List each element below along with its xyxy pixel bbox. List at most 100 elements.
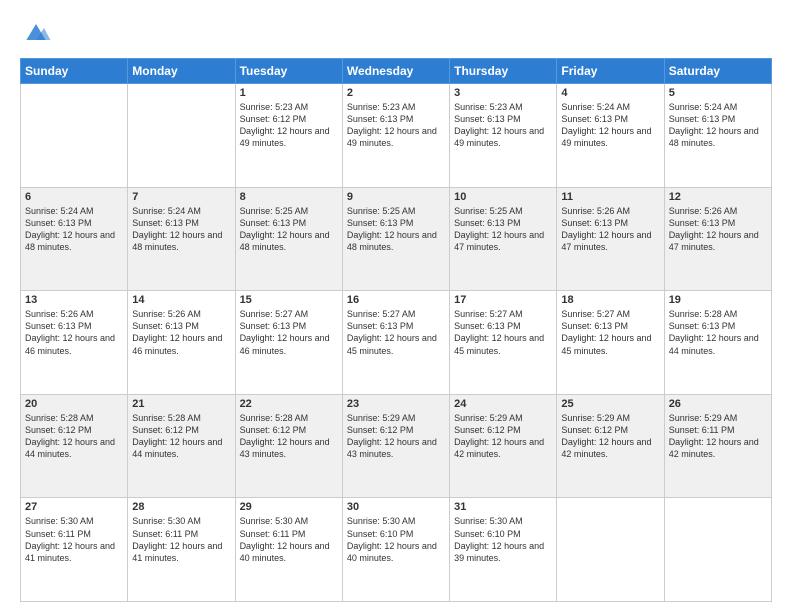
day-number: 9 [347, 191, 445, 203]
day-info: Sunrise: 5:30 AMSunset: 6:11 PMDaylight:… [132, 515, 230, 564]
day-number: 27 [25, 501, 123, 513]
day-number: 13 [25, 294, 123, 306]
calendar-cell: 8 Sunrise: 5:25 AMSunset: 6:13 PMDaylight… [235, 187, 342, 291]
logo-icon [20, 16, 52, 48]
weekday-sunday: Sunday [21, 59, 128, 84]
day-info: Sunrise: 5:25 AMSunset: 6:13 PMDaylight:… [240, 205, 338, 254]
calendar: SundayMondayTuesdayWednesdayThursdayFrid… [20, 58, 772, 602]
day-info: Sunrise: 5:28 AMSunset: 6:12 PMDaylight:… [132, 412, 230, 461]
calendar-cell [664, 498, 771, 602]
logo [20, 16, 56, 48]
day-info: Sunrise: 5:27 AMSunset: 6:13 PMDaylight:… [240, 308, 338, 357]
day-info: Sunrise: 5:23 AMSunset: 6:13 PMDaylight:… [347, 101, 445, 150]
weekday-header-row: SundayMondayTuesdayWednesdayThursdayFrid… [21, 59, 772, 84]
day-number: 17 [454, 294, 552, 306]
weekday-friday: Friday [557, 59, 664, 84]
weekday-monday: Monday [128, 59, 235, 84]
calendar-cell [21, 84, 128, 188]
week-row-1: 1 Sunrise: 5:23 AMSunset: 6:12 PMDaylight… [21, 84, 772, 188]
calendar-cell: 24 Sunrise: 5:29 AMSunset: 6:12 PMDayligh… [450, 394, 557, 498]
day-info: Sunrise: 5:24 AMSunset: 6:13 PMDaylight:… [25, 205, 123, 254]
day-number: 4 [561, 87, 659, 99]
calendar-cell [128, 84, 235, 188]
day-info: Sunrise: 5:29 AMSunset: 6:11 PMDaylight:… [669, 412, 767, 461]
week-row-4: 20 Sunrise: 5:28 AMSunset: 6:12 PMDayligh… [21, 394, 772, 498]
calendar-cell: 3 Sunrise: 5:23 AMSunset: 6:13 PMDaylight… [450, 84, 557, 188]
day-info: Sunrise: 5:27 AMSunset: 6:13 PMDaylight:… [454, 308, 552, 357]
week-row-2: 6Sunrise: 5:24 AMSunset: 6:13 PMDaylight… [21, 187, 772, 291]
calendar-cell: 29Sunrise: 5:30 AMSunset: 6:11 PMDayligh… [235, 498, 342, 602]
day-info: Sunrise: 5:29 AMSunset: 6:12 PMDaylight:… [454, 412, 552, 461]
weekday-saturday: Saturday [664, 59, 771, 84]
day-number: 1 [240, 87, 338, 99]
calendar-cell: 12 Sunrise: 5:26 AMSunset: 6:13 PMDayligh… [664, 187, 771, 291]
day-info: Sunrise: 5:28 AMSunset: 6:12 PMDaylight:… [25, 412, 123, 461]
day-info: Sunrise: 5:27 AMSunset: 6:13 PMDaylight:… [347, 308, 445, 357]
day-info: Sunrise: 5:24 AMSunset: 6:13 PMDaylight:… [132, 205, 230, 254]
day-info: Sunrise: 5:24 AMSunset: 6:13 PMDaylight:… [561, 101, 659, 150]
day-info: Sunrise: 5:23 AMSunset: 6:13 PMDaylight:… [454, 101, 552, 150]
day-number: 2 [347, 87, 445, 99]
calendar-cell: 6Sunrise: 5:24 AMSunset: 6:13 PMDaylight… [21, 187, 128, 291]
day-info: Sunrise: 5:28 AMSunset: 6:12 PMDaylight:… [240, 412, 338, 461]
calendar-cell: 14 Sunrise: 5:26 AMSunset: 6:13 PMDayligh… [128, 291, 235, 395]
calendar-cell: 10Sunrise: 5:25 AMSunset: 6:13 PMDayligh… [450, 187, 557, 291]
day-info: Sunrise: 5:27 AMSunset: 6:13 PMDaylight:… [561, 308, 659, 357]
day-number: 28 [132, 501, 230, 513]
calendar-cell: 27Sunrise: 5:30 AMSunset: 6:11 PMDayligh… [21, 498, 128, 602]
day-number: 18 [561, 294, 659, 306]
calendar-cell [557, 498, 664, 602]
day-number: 12 [669, 191, 767, 203]
calendar-cell: 21 Sunrise: 5:28 AMSunset: 6:12 PMDayligh… [128, 394, 235, 498]
day-number: 14 [132, 294, 230, 306]
day-info: Sunrise: 5:30 AMSunset: 6:10 PMDaylight:… [454, 515, 552, 564]
calendar-cell: 4 Sunrise: 5:24 AMSunset: 6:13 PMDaylight… [557, 84, 664, 188]
calendar-cell: 18 Sunrise: 5:27 AMSunset: 6:13 PMDayligh… [557, 291, 664, 395]
day-number: 31 [454, 501, 552, 513]
calendar-cell: 26 Sunrise: 5:29 AMSunset: 6:11 PMDayligh… [664, 394, 771, 498]
day-number: 11 [561, 191, 659, 203]
day-number: 20 [25, 398, 123, 410]
header [20, 16, 772, 48]
day-info: Sunrise: 5:29 AMSunset: 6:12 PMDaylight:… [347, 412, 445, 461]
day-number: 24 [454, 398, 552, 410]
day-info: Sunrise: 5:26 AMSunset: 6:13 PMDaylight:… [132, 308, 230, 357]
calendar-cell: 31 Sunrise: 5:30 AMSunset: 6:10 PMDayligh… [450, 498, 557, 602]
day-info: Sunrise: 5:30 AMSunset: 6:10 PMDaylight:… [347, 515, 445, 564]
calendar-cell: 19 Sunrise: 5:28 AMSunset: 6:13 PMDayligh… [664, 291, 771, 395]
weekday-tuesday: Tuesday [235, 59, 342, 84]
day-number: 25 [561, 398, 659, 410]
day-info: Sunrise: 5:29 AMSunset: 6:12 PMDaylight:… [561, 412, 659, 461]
day-number: 7 [132, 191, 230, 203]
day-number: 5 [669, 87, 767, 99]
calendar-cell: 11Sunrise: 5:26 AMSunset: 6:13 PMDayligh… [557, 187, 664, 291]
day-number: 16 [347, 294, 445, 306]
week-row-3: 13 Sunrise: 5:26 AMSunset: 6:13 PMDayligh… [21, 291, 772, 395]
calendar-cell: 13 Sunrise: 5:26 AMSunset: 6:13 PMDayligh… [21, 291, 128, 395]
calendar-cell: 9Sunrise: 5:25 AMSunset: 6:13 PMDaylight… [342, 187, 449, 291]
day-info: Sunrise: 5:28 AMSunset: 6:13 PMDaylight:… [669, 308, 767, 357]
calendar-cell: 25 Sunrise: 5:29 AMSunset: 6:12 PMDayligh… [557, 394, 664, 498]
day-info: Sunrise: 5:26 AMSunset: 6:13 PMDaylight:… [25, 308, 123, 357]
day-info: Sunrise: 5:25 AMSunset: 6:13 PMDaylight:… [454, 205, 552, 254]
day-number: 8 [240, 191, 338, 203]
calendar-cell: 20 Sunrise: 5:28 AMSunset: 6:12 PMDayligh… [21, 394, 128, 498]
page: SundayMondayTuesdayWednesdayThursdayFrid… [0, 0, 792, 612]
calendar-cell: 16 Sunrise: 5:27 AMSunset: 6:13 PMDayligh… [342, 291, 449, 395]
calendar-cell: 5 Sunrise: 5:24 AMSunset: 6:13 PMDaylight… [664, 84, 771, 188]
calendar-cell: 23 Sunrise: 5:29 AMSunset: 6:12 PMDayligh… [342, 394, 449, 498]
day-info: Sunrise: 5:30 AMSunset: 6:11 PMDaylight:… [240, 515, 338, 564]
calendar-cell: 30Sunrise: 5:30 AMSunset: 6:10 PMDayligh… [342, 498, 449, 602]
calendar-cell: 17 Sunrise: 5:27 AMSunset: 6:13 PMDayligh… [450, 291, 557, 395]
day-number: 19 [669, 294, 767, 306]
day-number: 26 [669, 398, 767, 410]
calendar-cell: 1 Sunrise: 5:23 AMSunset: 6:12 PMDaylight… [235, 84, 342, 188]
day-info: Sunrise: 5:24 AMSunset: 6:13 PMDaylight:… [669, 101, 767, 150]
calendar-cell: 22Sunrise: 5:28 AMSunset: 6:12 PMDayligh… [235, 394, 342, 498]
day-number: 23 [347, 398, 445, 410]
day-number: 3 [454, 87, 552, 99]
day-number: 21 [132, 398, 230, 410]
calendar-cell: 7 Sunrise: 5:24 AMSunset: 6:13 PMDaylight… [128, 187, 235, 291]
day-info: Sunrise: 5:23 AMSunset: 6:12 PMDaylight:… [240, 101, 338, 150]
day-info: Sunrise: 5:26 AMSunset: 6:13 PMDaylight:… [669, 205, 767, 254]
